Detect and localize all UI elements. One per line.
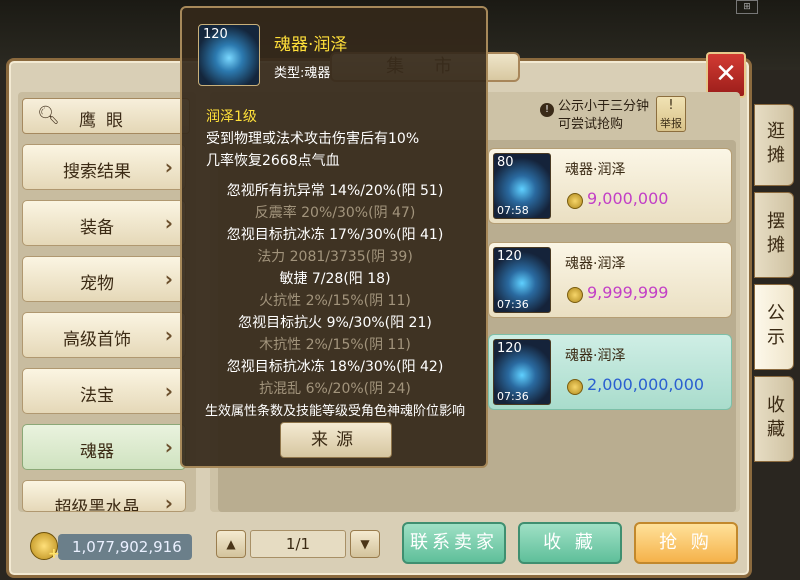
- tab-set-up-stall[interactable]: 摆摊: [754, 192, 794, 278]
- category-magic-treasure[interactable]: 法宝 ›: [22, 368, 186, 414]
- category-label: 魂器: [80, 442, 114, 462]
- tab-favorites[interactable]: 收藏: [754, 376, 794, 462]
- category-super-black-crystal[interactable]: 超级黑水晶 ›: [22, 480, 186, 512]
- item-thumbnail: 80 07:58: [493, 153, 551, 219]
- money-amount: 1,077,902,916: [58, 534, 192, 560]
- page-indicator: 1/1: [250, 530, 346, 558]
- tab-public-notice[interactable]: 公示: [754, 284, 794, 370]
- chevron-right-icon: ›: [164, 155, 173, 179]
- chevron-right-icon: ›: [164, 211, 173, 235]
- skill-description: 受到物理或法术攻击伤害后有10%: [206, 131, 420, 147]
- attribute-line: 法力 2081/3735(阴 39): [257, 249, 413, 265]
- attribute-line: 忽视目标抗冰冻 17%/30%(阳 41): [226, 227, 444, 243]
- attribute-line: 忽视所有抗异常 14%/20%(阳 51): [226, 183, 444, 199]
- hawkeye-search-button[interactable]: 🔍︎ 鹰眼: [22, 98, 190, 134]
- coin-icon: [567, 193, 583, 209]
- chevron-right-icon: ›: [164, 491, 173, 512]
- notice-text: 公示小于三分钟可尝试抢购: [558, 99, 650, 132]
- item-name: 魂器·润泽: [565, 256, 626, 272]
- item-thumbnail: 120 07:36: [493, 339, 551, 405]
- category-label: 宠物: [80, 274, 114, 294]
- category-label: 装备: [80, 218, 114, 238]
- item-price: 2,000,000,000: [587, 375, 705, 394]
- attribute-line: 抗混乱 6%/20%(阴 24): [259, 381, 411, 397]
- category-label: 超级黑水晶: [54, 498, 140, 512]
- attribute-line: 忽视目标抗火 9%/30%(阳 21): [238, 315, 432, 331]
- page-up-button[interactable]: ▲: [216, 530, 246, 558]
- page-down-button[interactable]: ▼: [350, 530, 380, 558]
- tooltip-footnote: 生效属性条数及技能等级受角色神魂阶位影响: [204, 404, 465, 419]
- search-label: 鹰眼: [79, 111, 133, 131]
- item-timer: 07:58: [497, 204, 529, 217]
- item-level: 120: [497, 341, 522, 356]
- attribute-line: 忽视目标抗冰冻 18%/30%(阳 42): [226, 359, 444, 375]
- category-label: 高级首饰: [63, 330, 131, 350]
- attribute-line: 火抗性 2%/15%(阴 11): [259, 293, 411, 309]
- category-label: 法宝: [80, 386, 114, 406]
- info-icon: !: [540, 103, 554, 117]
- item-timer: 07:36: [497, 298, 529, 311]
- coin-icon: [567, 379, 583, 395]
- favorite-button[interactable]: 收 藏: [518, 522, 622, 564]
- listing-item-selected[interactable]: 120 07:36 魂器·润泽 2,000,000,000: [488, 334, 732, 410]
- item-thumbnail: 120 07:36: [493, 247, 551, 313]
- report-label: 举报: [660, 117, 682, 130]
- item-name: 魂器·润泽: [565, 162, 626, 178]
- item-level: 80: [497, 155, 514, 170]
- attribute-line: 反震率 20%/30%(阴 47): [254, 205, 416, 221]
- item-level: 120: [497, 249, 522, 264]
- warning-icon: !: [668, 98, 674, 113]
- skill-description: 几率恢复2668点气血: [206, 153, 340, 169]
- tab-browse-stalls[interactable]: 逛摊: [754, 104, 794, 186]
- item-price: 9,000,000: [587, 189, 669, 208]
- category-equipment[interactable]: 装备 ›: [22, 200, 186, 246]
- contact-seller-button[interactable]: 联系卖家: [402, 522, 506, 564]
- item-price: 9,999,999: [587, 283, 669, 302]
- item-timer: 07:36: [497, 390, 529, 403]
- category-pets[interactable]: 宠物 ›: [22, 256, 186, 302]
- tooltip-item-thumbnail: 120: [198, 24, 260, 86]
- tooltip-item-level: 120: [203, 27, 228, 42]
- category-search-results[interactable]: 搜索结果 ›: [22, 144, 186, 190]
- category-soul-artifact[interactable]: 魂器 ›: [22, 424, 186, 470]
- listing-item[interactable]: 120 07:36 魂器·润泽 9,999,999: [488, 242, 732, 318]
- buy-button[interactable]: 抢 购: [634, 522, 738, 564]
- tooltip-item-type: 类型:魂器: [274, 66, 331, 81]
- chevron-right-icon: ›: [164, 267, 173, 291]
- add-money-icon[interactable]: +: [48, 546, 60, 562]
- tooltip-item-name: 魂器·润泽: [274, 35, 348, 55]
- source-button[interactable]: 来源: [280, 422, 392, 458]
- coin-icon: [567, 287, 583, 303]
- item-name: 魂器·润泽: [565, 348, 626, 364]
- item-tooltip: 120 魂器·润泽 类型:魂器 润泽1级 受到物理或法术攻击伤害后有10% 几率…: [180, 6, 488, 468]
- skill-name: 润泽1级: [206, 109, 257, 125]
- search-icon: 🔍︎: [37, 105, 60, 126]
- listing-item[interactable]: 80 07:58 魂器·润泽 9,000,000: [488, 148, 732, 224]
- report-button[interactable]: ! 举报: [656, 96, 686, 132]
- category-label: 搜索结果: [63, 162, 131, 182]
- menu-icon[interactable]: ⊞: [736, 0, 758, 14]
- chevron-right-icon: ›: [164, 379, 173, 403]
- chevron-right-icon: ›: [164, 323, 173, 347]
- category-advanced-jewelry[interactable]: 高级首饰 ›: [22, 312, 186, 358]
- chevron-right-icon: ›: [164, 435, 173, 459]
- attribute-line: 敏捷 7/28(阳 18): [279, 271, 391, 287]
- attribute-line: 木抗性 2%/15%(阴 11): [259, 337, 411, 353]
